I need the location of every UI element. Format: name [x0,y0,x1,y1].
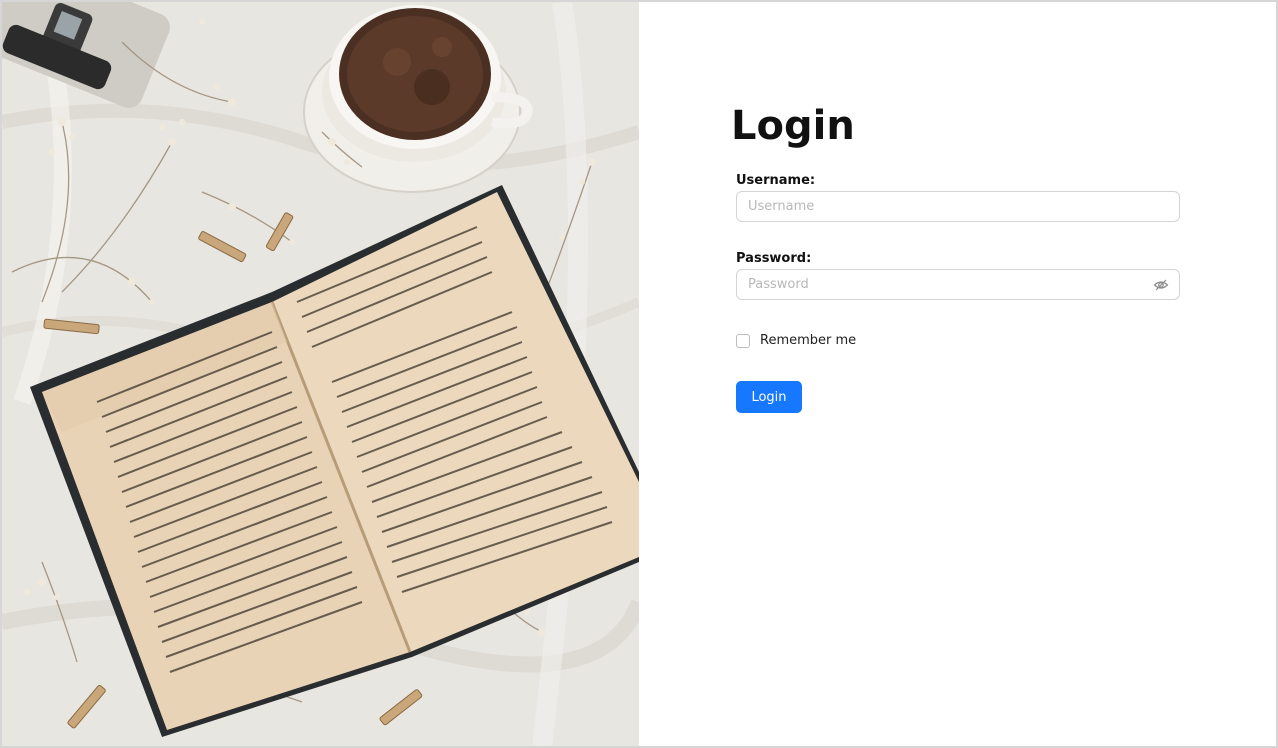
login-button[interactable]: Login [736,381,802,413]
login-page: Login Username: Password: Remember me Lo… [0,0,1278,748]
username-input[interactable] [737,192,1179,221]
username-label: Username: [736,173,816,188]
password-field[interactable] [736,269,1180,300]
password-label: Password: [736,251,812,266]
remember-me-row[interactable]: Remember me [736,333,856,348]
username-field[interactable] [736,191,1180,222]
password-input[interactable] [737,270,1179,299]
remember-me-checkbox[interactable] [736,333,750,348]
page-title: Login [731,103,855,149]
login-form-panel: Login Username: Password: Remember me Lo… [639,2,1276,746]
eye-slash-icon[interactable] [1153,277,1169,293]
remember-me-label[interactable]: Remember me [760,333,856,348]
hero-photo [2,2,639,746]
